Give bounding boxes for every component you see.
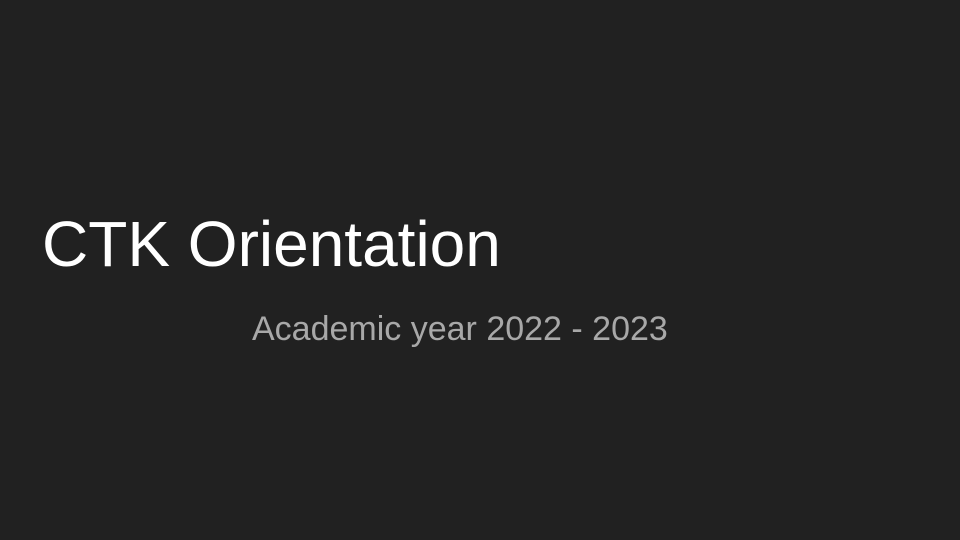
slide-subtitle: Academic year 2022 - 2023 (252, 310, 668, 348)
title-slide: CTK Orientation Academic year 2022 - 202… (0, 0, 960, 540)
slide-title: CTK Orientation (42, 208, 501, 280)
